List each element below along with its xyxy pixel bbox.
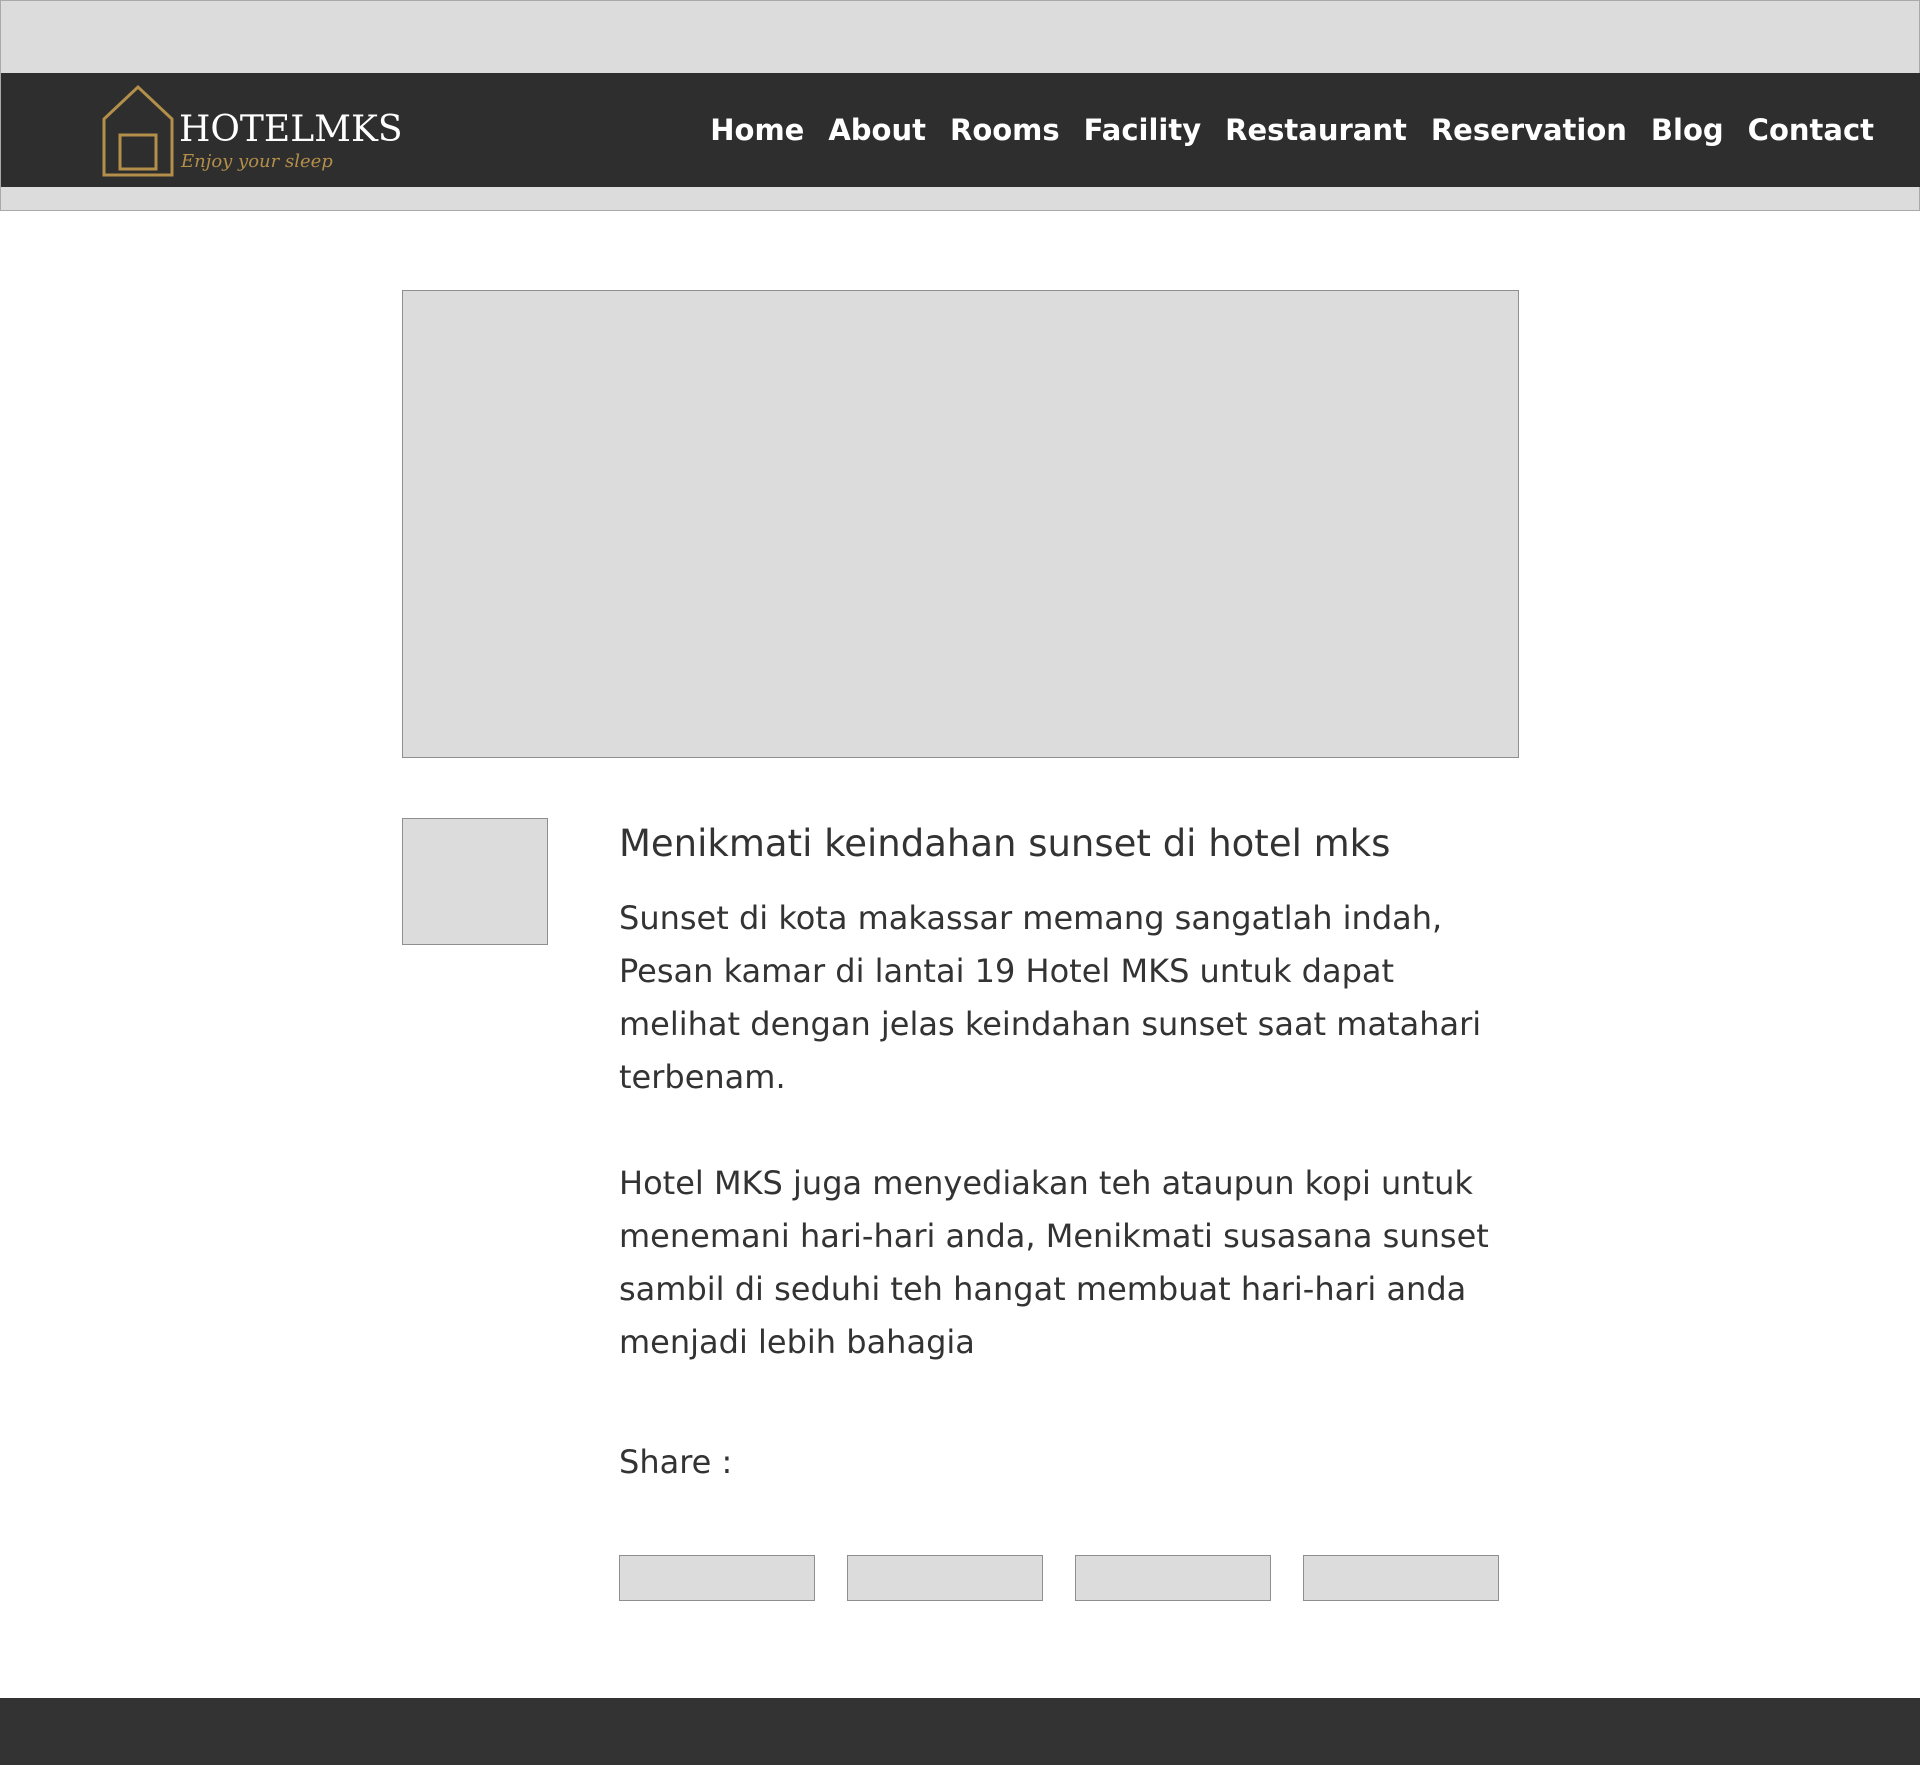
post-title: Menikmati keindahan sunset di hotel mks (619, 822, 1391, 865)
house-icon (102, 84, 174, 177)
footer (0, 1698, 1920, 1765)
share-button-3[interactable] (1075, 1555, 1271, 1601)
nav-item-reservation[interactable]: Reservation (1431, 113, 1627, 147)
header: HOTELMKS Enjoy your sleep Home About Roo… (0, 0, 1920, 211)
share-label: Share : (619, 1443, 733, 1481)
nav-item-rooms[interactable]: Rooms (950, 113, 1060, 147)
nav-item-home[interactable]: Home (710, 113, 804, 147)
share-button-4[interactable] (1303, 1555, 1499, 1601)
author-avatar-placeholder (402, 818, 548, 945)
nav-item-about[interactable]: About (828, 113, 926, 147)
share-button-1[interactable] (619, 1555, 815, 1601)
nav-item-blog[interactable]: Blog (1651, 113, 1724, 147)
main-menu: Home About Rooms Facility Restaurant Res… (710, 73, 1874, 187)
brand-name: HOTELMKS (179, 109, 403, 150)
post-body: Sunset di kota makassar memang sangatlah… (619, 892, 1519, 1422)
navbar: HOTELMKS Enjoy your sleep Home About Roo… (1, 73, 1920, 187)
brand-logo[interactable]: HOTELMKS Enjoy your sleep (101, 83, 421, 179)
share-buttons (619, 1555, 1499, 1601)
nav-item-contact[interactable]: Contact (1748, 113, 1874, 147)
post-paragraph: Sunset di kota makassar memang sangatlah… (619, 899, 1482, 1096)
post-paragraph: Hotel MKS juga menyediakan teh ataupun k… (619, 1164, 1489, 1361)
nav-item-facility[interactable]: Facility (1084, 113, 1201, 147)
brand-tagline: Enjoy your sleep (181, 151, 333, 172)
share-button-2[interactable] (847, 1555, 1043, 1601)
nav-item-restaurant[interactable]: Restaurant (1225, 113, 1407, 147)
hero-image-placeholder (402, 290, 1519, 758)
